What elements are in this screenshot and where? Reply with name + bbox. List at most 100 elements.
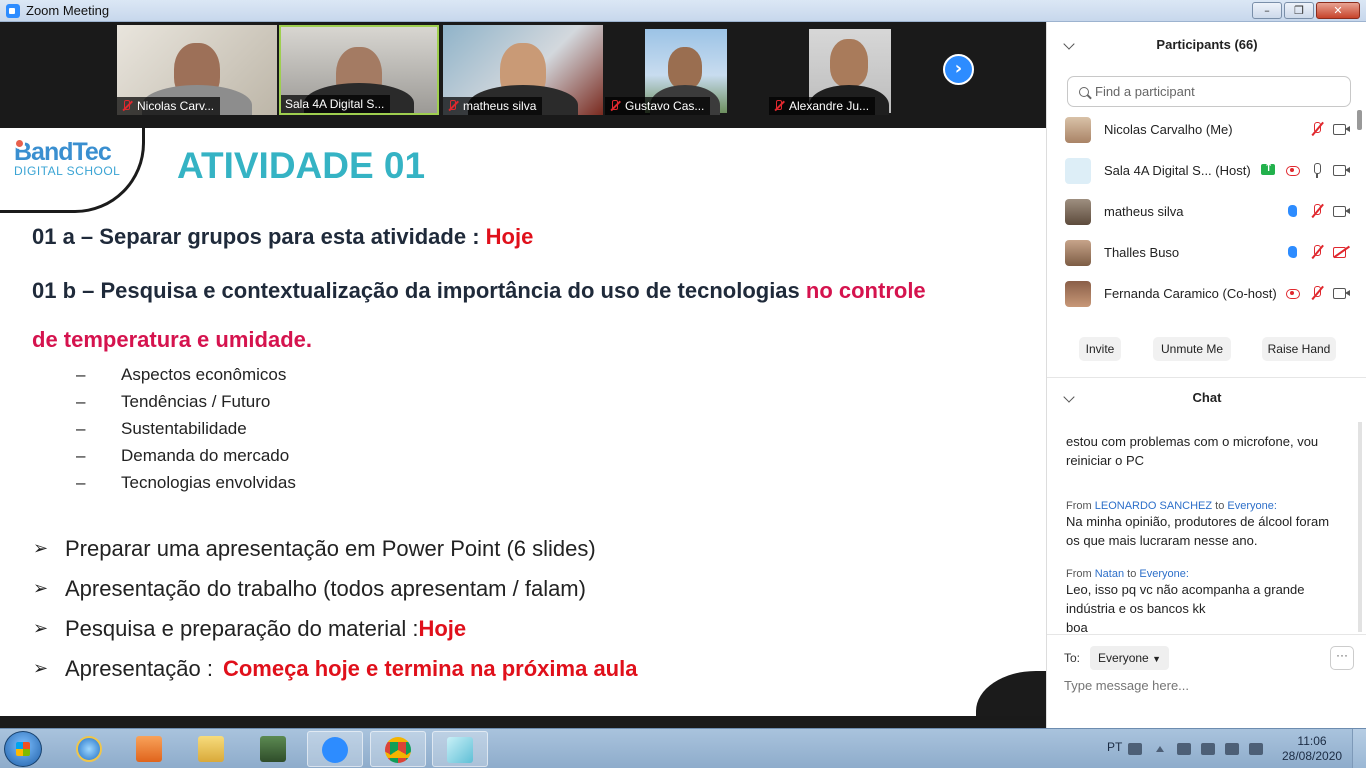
mic-muted-icon <box>121 100 131 112</box>
camera-icon[interactable] <box>1333 285 1350 301</box>
mic-muted-icon[interactable] <box>1309 203 1325 219</box>
mic-muted-icon[interactable] <box>1309 244 1325 260</box>
video-tile-name: Nicolas Carv... <box>137 99 215 113</box>
minimize-button[interactable]: – <box>1252 2 1282 19</box>
arrow-bullet-icon: ➢ <box>33 538 49 559</box>
unmute-me-button[interactable]: Unmute Me <box>1153 337 1231 361</box>
show-hidden-icons-icon[interactable] <box>1156 746 1164 752</box>
chrome-icon[interactable] <box>370 731 426 767</box>
chevron-down-icon[interactable] <box>1063 391 1075 403</box>
participant-name: Nicolas Carvalho (Me) <box>1104 122 1233 137</box>
volume-icon[interactable] <box>1249 743 1263 755</box>
video-tile[interactable]: Alexandre Ju... <box>769 25 929 115</box>
participants-header: Participants (66) <box>1047 22 1366 66</box>
activity-item-b: 01 b – Pesquisa e contextualização da im… <box>32 278 926 303</box>
activity-item-a: 01 a – Separar grupos para esta atividad… <box>32 224 534 249</box>
participant-name: Sala 4A Digital S... (Host) <box>1104 163 1251 178</box>
chevron-right-icon: › <box>954 58 963 79</box>
video-tile-name: Alexandre Ju... <box>789 99 870 113</box>
raise-hand-button[interactable]: Raise Hand <box>1262 337 1336 361</box>
side-panel: Participants (66) Nicolas Carvalho (Me) … <box>1046 22 1366 728</box>
recipient-select[interactable]: Everyone ▼ <box>1090 646 1169 670</box>
mic-muted-icon <box>773 100 783 112</box>
camera-off-icon[interactable] <box>1333 244 1349 260</box>
search-icon <box>1079 86 1089 97</box>
recording-icon <box>1285 162 1301 178</box>
power-icon[interactable] <box>1201 743 1215 755</box>
restore-button[interactable]: ❐ <box>1284 2 1314 19</box>
logo-dot-icon <box>14 138 25 149</box>
mic-muted-icon <box>447 100 457 112</box>
search-input[interactable] <box>1095 84 1345 99</box>
activity-item-b-continuation: de temperatura e umidade. <box>32 327 312 352</box>
raised-hand-icon <box>1285 244 1301 260</box>
action-center-icon[interactable] <box>1177 743 1191 755</box>
chat-message: From LEONARDO SANCHEZ to Everyone: Na mi… <box>1066 500 1330 548</box>
participant-row[interactable]: Sala 4A Digital S... (Host) <box>1047 150 1366 191</box>
list-item: ➢ Apresentação : Começa hoje e termina na… <box>33 656 638 681</box>
arrow-bullet-icon: ➢ <box>33 578 49 599</box>
participants-title: Participants (66) <box>1156 36 1258 52</box>
arrow-bullet-icon: ➢ <box>33 618 49 639</box>
shared-slide: BandTec DIGITAL SCHOOL ATIVIDADE 01 01 a… <box>0 128 1046 716</box>
slide-title: ATIVIDADE 01 <box>177 145 426 186</box>
window-controls: – ❐ ✕ <box>1250 2 1360 19</box>
avatar <box>1065 198 1091 225</box>
avatar <box>1065 280 1091 307</box>
camera-icon[interactable] <box>1333 162 1350 178</box>
video-tile-active[interactable]: Sala 4A Digital S... <box>279 25 439 115</box>
video-tile[interactable]: Nicolas Carv... <box>117 25 277 115</box>
zoom-taskbar-icon[interactable] <box>307 731 363 767</box>
arrow-list: ➢ Preparar uma apresentação em Power Poin… <box>33 529 637 689</box>
microphone-icon[interactable] <box>1309 162 1325 178</box>
participant-row[interactable]: Fernanda Caramico (Co-host) <box>1047 273 1366 314</box>
invite-button[interactable]: Invite <box>1079 337 1121 361</box>
list-item: – Demanda do mercado <box>76 446 290 465</box>
mic-muted-icon <box>609 100 619 112</box>
chat-messages: estou com problemas com o microfone, vou… <box>1047 416 1366 632</box>
video-tile-name: Gustavo Cas... <box>625 99 705 113</box>
participant-row[interactable]: matheus silva <box>1047 191 1366 232</box>
system-clock[interactable]: 11:06 28/08/2020 <box>1282 734 1342 764</box>
list-item: ➢ Pesquisa e preparação do material : Hoj… <box>33 616 467 641</box>
network-icon[interactable] <box>1225 743 1239 755</box>
show-desktop-button[interactable] <box>1352 729 1366 768</box>
media-player-icon[interactable] <box>122 731 178 767</box>
start-button[interactable] <box>4 731 42 767</box>
keyboard-icon[interactable] <box>1128 743 1142 755</box>
more-options-button[interactable]: ··· <box>1330 646 1354 670</box>
participants-scrollbar[interactable] <box>1357 110 1362 130</box>
file-explorer-icon[interactable] <box>184 731 240 767</box>
camera-icon[interactable] <box>1333 121 1350 137</box>
mic-muted-icon[interactable] <box>1309 285 1325 301</box>
avatar <box>1065 157 1091 184</box>
notes-icon[interactable] <box>432 731 488 767</box>
video-tile[interactable]: matheus silva <box>443 25 603 115</box>
chat-message-input[interactable] <box>1064 678 1354 693</box>
internet-explorer-icon[interactable] <box>62 731 118 767</box>
recording-icon <box>1285 285 1301 301</box>
video-tile[interactable]: Gustavo Cas... <box>605 25 765 115</box>
close-button[interactable]: ✕ <box>1316 2 1360 19</box>
camera-icon[interactable] <box>1333 203 1350 219</box>
participant-row[interactable]: Thalles Buso <box>1047 232 1366 273</box>
chat-title: Chat <box>1192 389 1222 405</box>
chevron-down-icon[interactable] <box>1063 38 1075 50</box>
mic-muted-icon[interactable] <box>1309 121 1325 137</box>
chevron-down-icon: ▼ <box>1152 654 1161 664</box>
chat-message: estou com problemas com o microfone, vou… <box>1066 434 1319 468</box>
window-titlebar: Zoom Meeting – ❐ ✕ <box>0 0 1366 22</box>
next-page-button[interactable]: › <box>943 54 974 85</box>
participant-name: Fernanda Caramico (Co-host) <box>1104 286 1277 301</box>
slide-decor-corner <box>976 671 1046 716</box>
windows-taskbar: PT 11:06 28/08/2020 <box>0 728 1366 768</box>
chat-scrollbar[interactable] <box>1358 422 1362 632</box>
participant-row[interactable]: Nicolas Carvalho (Me) <box>1047 109 1366 150</box>
list-item: – Tendências / Futuro <box>76 392 271 411</box>
task-manager-icon[interactable] <box>246 731 302 767</box>
chat-message: From Natan to Everyone: Leo, isso pq vc … <box>1066 568 1305 632</box>
list-item: ➢ Preparar uma apresentação em Power Poin… <box>33 536 596 561</box>
video-tile-name: Sala 4A Digital S... <box>285 97 385 111</box>
participant-name: matheus silva <box>1104 204 1184 219</box>
language-indicator[interactable]: PT <box>1107 740 1122 754</box>
